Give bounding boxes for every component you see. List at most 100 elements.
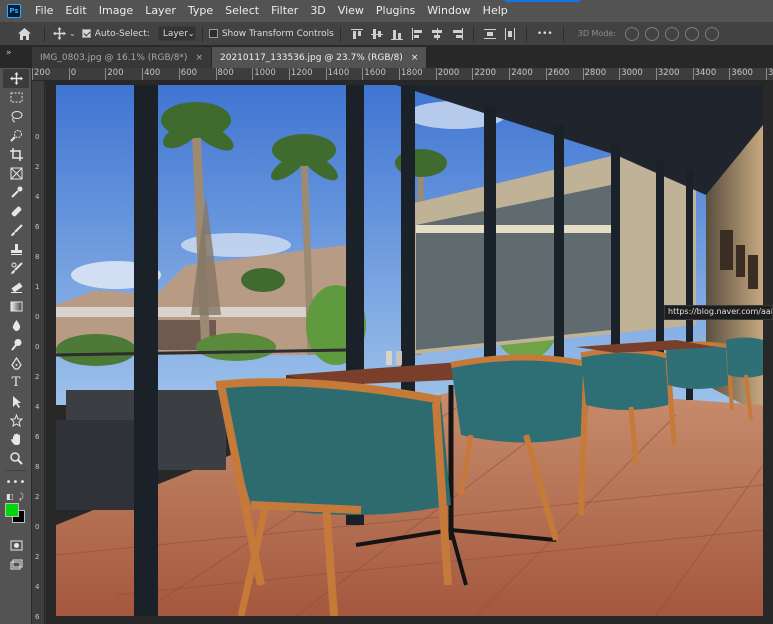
brush-icon [10,224,23,236]
document-canvas[interactable] [46,81,773,624]
move-tool[interactable] [3,69,29,88]
align-right-icon[interactable] [450,27,464,41]
dodge-tool[interactable] [3,335,29,354]
layer-select[interactable]: Layer ⌄ [157,26,196,41]
ruler-tick [215,68,217,80]
ruler-horizontal[interactable]: 200 0 200 400 600 800 1000 1200 1400 1600 1800 2000… [32,68,773,81]
more-options-button[interactable]: ••• [537,29,553,39]
gradient-tool[interactable] [3,297,29,316]
ruler-tick-label: 2800 [584,68,607,78]
align-hcenter-icon[interactable] [430,27,444,41]
menu-image[interactable]: Image [93,0,139,22]
ruler-tick-label: 2 [35,553,40,561]
separator [339,25,341,42]
distribute-horizontal-icon[interactable] [503,27,517,41]
menu-view[interactable]: View [332,0,370,22]
path-select-tool[interactable] [3,392,29,411]
ruler-tick-label: 200 [107,68,124,78]
hand-tool[interactable] [3,430,29,449]
ruler-tick-label: 0 [35,133,40,141]
home-icon[interactable] [16,26,32,42]
move-tool-preset-icon[interactable] [51,26,67,42]
brush-tool[interactable] [3,221,29,240]
swap-colors-icon[interactable]: ◧ [6,492,14,501]
3d-pan-icon[interactable] [665,26,680,41]
chevron-down-icon[interactable]: ⌄ [69,29,76,38]
menu-type[interactable]: Type [182,0,219,22]
swap-arrow-icon[interactable]: ⤸ [19,492,24,502]
align-top-icon[interactable] [350,27,364,41]
ruler-tick [729,68,731,80]
3d-orbit-icon[interactable] [625,26,640,41]
marquee-tool[interactable] [3,88,29,107]
close-icon[interactable]: × [411,53,419,63]
auto-select-checkbox[interactable]: Auto-Select: [81,29,150,39]
lasso-tool[interactable] [3,107,29,126]
screen-mode-icon [10,559,22,570]
eyedropper-tool[interactable] [3,183,29,202]
crop-tool[interactable] [3,145,29,164]
tab-20210117[interactable]: 20210117_133536.jpg @ 23.7% (RGB/8) × [212,47,428,68]
collapse-panels-icon[interactable]: » [0,46,32,68]
ruler-tick [288,68,290,80]
foreground-color-swatch[interactable] [5,503,19,517]
ruler-tick-label: 1000 [254,68,276,78]
stamp-tool[interactable] [3,240,29,259]
align-bottom-icon[interactable] [390,27,404,41]
ruler-tick-label: 1200 [290,68,313,78]
eraser-tool[interactable] [3,278,29,297]
auto-select-check[interactable] [81,29,91,38]
show-transform-label: Show Transform Controls [221,28,334,39]
zoom-tool[interactable] [3,449,29,468]
ruler-tick-label: 3400 [694,68,717,78]
menu-3d[interactable]: 3D [304,0,331,22]
separator [5,470,26,471]
menu-layer[interactable]: Layer [139,0,182,22]
tab-label: IMG_0803.jpg @ 16.1% (RGB/8*) [40,52,188,63]
3d-scale-icon[interactable] [705,26,720,41]
more-tools-button[interactable]: ••• [3,473,29,492]
ruler-tick-label: 4 [35,583,40,591]
pen-tool[interactable] [3,354,29,373]
menu-edit[interactable]: Edit [59,0,92,22]
cafe-photo[interactable] [56,85,763,616]
frame-tool[interactable] [3,164,29,183]
frame-icon [10,167,22,180]
blur-tool[interactable] [3,316,29,335]
type-tool[interactable]: T [3,373,29,392]
show-transform-controls-checkbox[interactable]: Show Transform Controls [208,28,334,39]
tab-img-0803[interactable]: IMG_0803.jpg @ 16.1% (RGB/8*) × [32,47,212,68]
photoshop-logo: Ps [7,4,21,18]
ruler-tick [252,68,254,80]
ruler-vertical[interactable]: 02468100246820246 [32,81,45,624]
align-left-icon[interactable] [410,27,424,41]
ruler-tick-label: 400 [144,68,161,78]
3d-slide-icon[interactable] [685,26,700,41]
document-tab-bar: » IMG_0803.jpg @ 16.1% (RGB/8*) × 202101… [0,46,773,68]
ruler-tick [178,68,180,80]
quick-mask-button[interactable] [3,536,29,555]
3d-roll-icon[interactable] [645,26,660,41]
menu-filter[interactable]: Filter [265,0,304,22]
screen-mode-button[interactable] [3,555,29,574]
menu-help[interactable]: Help [477,0,514,22]
menu-plugins[interactable]: Plugins [370,0,421,22]
ruler-tick-label: 8 [35,463,40,471]
separator [525,25,527,42]
show-transform-check[interactable] [208,29,218,38]
menu-select[interactable]: Select [219,0,265,22]
ruler-tick-label: 1600 [364,68,386,78]
quick-select-tool[interactable] [3,126,29,145]
healing-tool[interactable] [3,202,29,221]
align-vcenter-icon[interactable] [370,27,384,41]
menu-file[interactable]: File [29,0,59,22]
shape-tool[interactable] [3,411,29,430]
lasso-icon [11,111,22,123]
distribute-vertical-icon[interactable] [483,27,497,41]
ruler-tick-label: 4 [35,403,40,411]
close-icon[interactable]: × [195,53,203,63]
gradient-icon [10,301,22,312]
history-brush-tool[interactable] [3,259,29,278]
quick-select-icon [9,130,22,142]
menu-window[interactable]: Window [421,0,476,22]
